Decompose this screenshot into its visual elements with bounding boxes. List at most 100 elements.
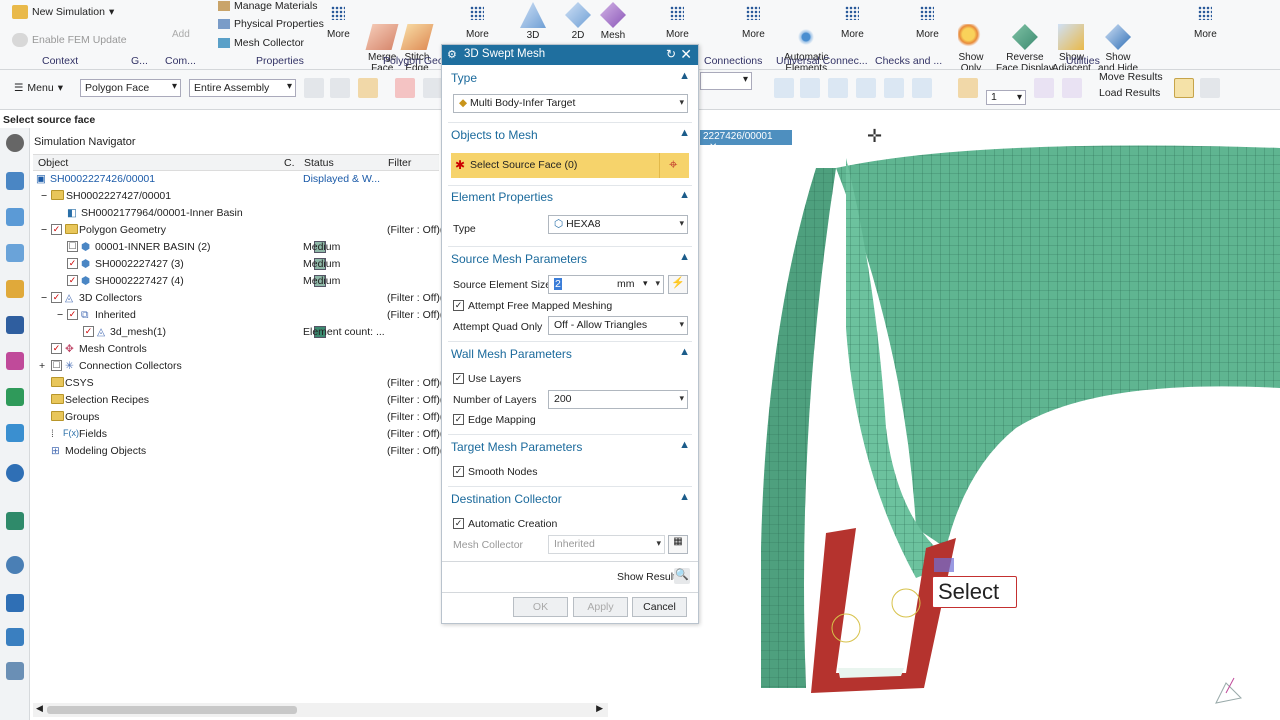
rotate-icon[interactable]: [828, 78, 848, 98]
palette-icon[interactable]: [6, 512, 24, 530]
tree-row[interactable]: ⊞ Modeling Objects (Filter : Off)(: [33, 443, 443, 460]
number-of-layers-field[interactable]: 200: [548, 390, 688, 409]
physical-properties-button[interactable]: Physical Properties: [218, 18, 324, 30]
roles-icon[interactable]: [6, 352, 24, 370]
destination-collector-section-header[interactable]: Destination Collector ▲: [445, 490, 695, 510]
edge-mapping-checkbox[interactable]: ✓: [453, 414, 464, 425]
tree-row[interactable]: CSYS (Filter : Off)(: [33, 375, 443, 392]
tree-row[interactable]: Groups (Filter : Off)(: [33, 409, 443, 426]
more-universal-button[interactable]: More: [841, 6, 864, 40]
target-mesh-section-header[interactable]: Target Mesh Parameters ▲: [445, 438, 695, 458]
menu-button[interactable]: ☰ Menu ▾: [14, 82, 63, 94]
more-elements-button[interactable]: More: [666, 6, 689, 40]
scroll-right-icon[interactable]: ▶: [596, 703, 603, 714]
attempt-quad-dropdown[interactable]: Off - Allow Triangles: [548, 316, 688, 335]
info-icon[interactable]: [6, 464, 24, 482]
tools-icon[interactable]: [6, 628, 24, 646]
visibility-checkbox[interactable]: ☐: [67, 241, 78, 252]
visibility-checkbox[interactable]: ☐: [51, 360, 62, 371]
automatic-creation-checkbox[interactable]: ✓: [453, 518, 464, 529]
clock-icon[interactable]: [6, 556, 24, 574]
smooth-nodes-checkbox[interactable]: ✓: [453, 466, 464, 477]
tree-row[interactable]: − SH0002227427/00001: [33, 188, 439, 205]
add-button[interactable]: Add: [172, 29, 190, 40]
tree-row[interactable]: ◧ SH0002177964/00001-Inner Basin: [33, 205, 439, 222]
more-connections-button[interactable]: More: [742, 6, 765, 40]
pan-icon[interactable]: [856, 78, 876, 98]
visibility-checkbox[interactable]: ✓: [67, 258, 78, 269]
settings-icon[interactable]: [6, 134, 24, 152]
tree-row[interactable]: ☐ ⬢ 00001-INNER BASIN (2) Medium: [33, 239, 439, 256]
objects-section-header[interactable]: Objects to Mesh ▲: [445, 126, 695, 146]
visibility-checkbox[interactable]: ✓: [51, 343, 62, 354]
select-source-face-row[interactable]: ✱ Select Source Face (0) ⌖: [451, 153, 689, 178]
gear-icon[interactable]: ⚙: [447, 48, 457, 61]
mesh-button[interactable]: Mesh: [600, 2, 626, 41]
scroll-thumb[interactable]: [47, 706, 297, 714]
crosshair-icon[interactable]: ⌖: [669, 156, 677, 173]
constraints-icon[interactable]: [6, 316, 24, 334]
visibility-checkbox[interactable]: ✓: [51, 224, 62, 235]
element-type-dropdown[interactable]: ⬡ HEXA8: [548, 215, 688, 234]
column-filter[interactable]: Filter: [388, 157, 411, 169]
column-status[interactable]: Status: [304, 157, 334, 169]
reset-icon[interactable]: ↻: [666, 47, 676, 61]
layer-settings-icon[interactable]: [1034, 78, 1054, 98]
tree-row[interactable]: − ✓ Polygon Geometry (Filter : Off)(: [33, 222, 443, 239]
selection-scope-dropdown[interactable]: Entire Assembly: [189, 79, 296, 97]
2d-mesh-button[interactable]: 2D: [565, 2, 591, 41]
mesh-collector-dropdown[interactable]: Inherited: [548, 535, 665, 554]
graphics-viewport[interactable]: [616, 128, 1280, 720]
element-properties-section-header[interactable]: Element Properties ▲: [445, 188, 695, 208]
shading-icon[interactable]: [912, 78, 932, 98]
zoom-icon[interactable]: [800, 78, 820, 98]
part-navigator-icon[interactable]: [6, 208, 24, 226]
collector-settings-icon[interactable]: ▦: [668, 535, 688, 554]
source-mesh-section-header[interactable]: Source Mesh Parameters ▲: [445, 250, 695, 270]
visibility-checkbox[interactable]: ✓: [51, 292, 62, 303]
display-icon[interactable]: [958, 78, 978, 98]
filter-icon[interactable]: [358, 78, 378, 98]
more-utilities-button[interactable]: More: [1194, 6, 1217, 40]
tree-row[interactable]: − ✓ ⧉ Inherited (Filter : Off)(: [33, 307, 443, 324]
reuse-library-icon[interactable]: [6, 280, 24, 298]
simulation-navigator-icon[interactable]: [6, 172, 24, 190]
tree-row[interactable]: ⁞ F(x) Fields (Filter : Off)(: [33, 426, 443, 443]
source-element-size-field[interactable]: 2 mm ▾: [548, 275, 664, 294]
assembly-icon[interactable]: [6, 244, 24, 262]
tree-row[interactable]: ✓ ⬢ SH0002227427 (3) Medium: [33, 256, 439, 273]
more-properties-button[interactable]: More: [327, 6, 350, 40]
history-icon[interactable]: [6, 424, 24, 442]
navigator-scrollbar[interactable]: ◀ ▶: [33, 703, 608, 717]
tree-row[interactable]: ✓ ⬢ SH0002227427 (4) Medium: [33, 273, 439, 290]
tree-row[interactable]: + ☐ ✳ Connection Collectors: [33, 358, 439, 375]
column-c[interactable]: C.: [284, 157, 295, 169]
viewport-tab[interactable]: 2227426/00001 ✕: [700, 130, 792, 153]
render-dropdown[interactable]: [700, 72, 752, 90]
analysis-icon[interactable]: [6, 594, 24, 612]
visibility-checkbox[interactable]: ✓: [83, 326, 94, 337]
view-icon[interactable]: [423, 78, 443, 98]
tree-row[interactable]: ✓ ✥ Mesh Controls: [33, 341, 439, 358]
list-icon[interactable]: [6, 662, 24, 680]
select-all-icon[interactable]: [330, 78, 350, 98]
snap-icon[interactable]: [304, 78, 324, 98]
type-filter-dropdown[interactable]: Polygon Face: [80, 79, 181, 97]
apply-button[interactable]: Apply: [573, 597, 628, 617]
attempt-free-mapped-checkbox[interactable]: ✓: [453, 300, 464, 311]
use-layers-checkbox[interactable]: ✓: [453, 373, 464, 384]
unit-dropdown[interactable]: mm: [617, 278, 635, 290]
cancel-button[interactable]: Cancel: [632, 597, 687, 617]
column-object[interactable]: Object: [38, 157, 68, 169]
new-simulation-button[interactable]: New Simulation ▾: [12, 5, 114, 19]
manage-materials-button[interactable]: Manage Materials: [218, 0, 317, 12]
view-orient-icon[interactable]: [884, 78, 904, 98]
crosshair-icon[interactable]: [395, 78, 415, 98]
results-icon[interactable]: [1174, 78, 1194, 98]
measure-icon[interactable]: ⚡: [668, 275, 688, 294]
visibility-checkbox[interactable]: ✓: [67, 275, 78, 286]
layer-dropdown[interactable]: 1: [986, 90, 1026, 105]
web-browser-icon[interactable]: [6, 388, 24, 406]
tree-row[interactable]: Selection Recipes (Filter : Off)(: [33, 392, 443, 409]
layer-visible-icon[interactable]: [1062, 78, 1082, 98]
